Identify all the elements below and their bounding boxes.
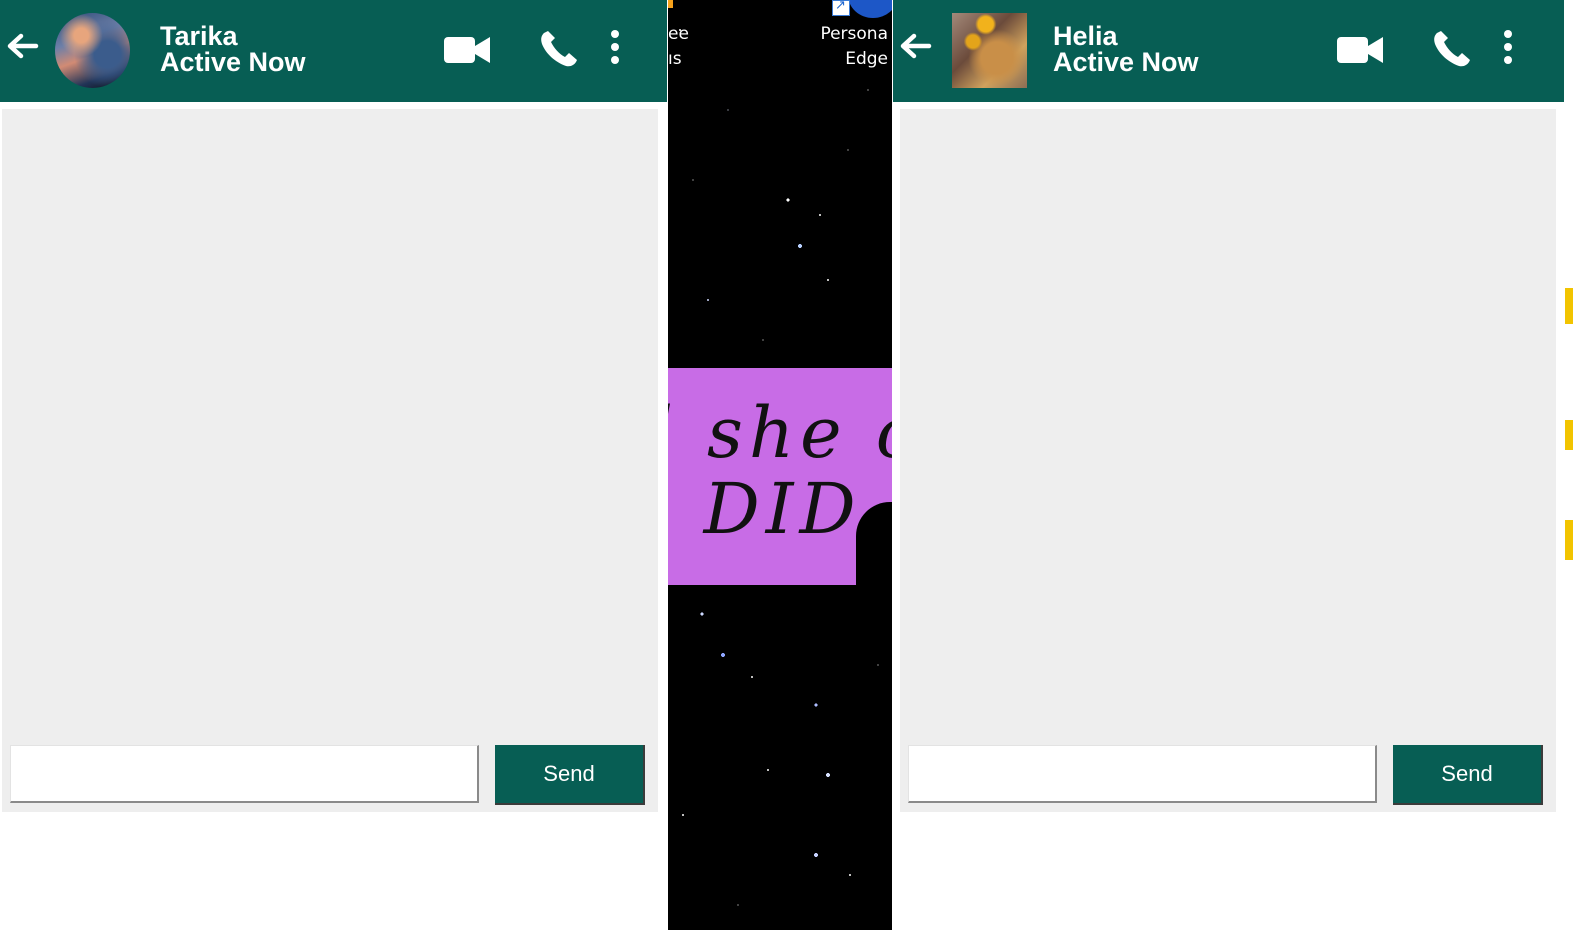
send-button[interactable]: Send <box>1393 745 1543 805</box>
message-area[interactable]: Send <box>2 109 658 812</box>
send-button[interactable]: Send <box>495 745 645 805</box>
avatar[interactable] <box>55 13 130 88</box>
message-area[interactable]: Send <box>900 109 1556 812</box>
shortcut-arrow-icon <box>832 0 850 16</box>
chat-header: Tarika Active Now <box>0 0 667 102</box>
starfield <box>668 585 892 930</box>
desktop-icon-label-left[interactable]: ee ıs <box>668 22 689 72</box>
contact-status: Active Now <box>160 47 306 77</box>
avatar[interactable] <box>952 13 1027 88</box>
message-input[interactable] <box>908 745 1377 803</box>
message-input[interactable] <box>10 745 479 803</box>
contact-status: Active Now <box>1053 47 1199 77</box>
phone-icon[interactable] <box>538 30 580 68</box>
desktop-icon-label-edge[interactable]: Persona Edge <box>820 22 888 72</box>
background-window-mark <box>1565 520 1573 560</box>
desktop-wallpaper: ee ıs Persona Edge d she c e DID <box>668 0 892 930</box>
background-window-edge <box>1564 0 1573 930</box>
phone-icon[interactable] <box>1431 30 1473 68</box>
video-camera-icon[interactable] <box>443 34 491 66</box>
chat-header: Helia Active Now <box>893 0 1564 102</box>
more-vertical-icon[interactable] <box>1498 28 1518 68</box>
more-vertical-icon[interactable] <box>605 28 625 68</box>
chat-window-tarika: Tarika Active Now Send <box>0 0 667 930</box>
chat-window-helia: Helia Active Now Send <box>893 0 1564 930</box>
background-window-mark <box>1565 288 1573 324</box>
video-camera-icon[interactable] <box>1336 34 1384 66</box>
wallpaper-text-line2: e DID <box>668 468 862 550</box>
desktop-icon-peek[interactable] <box>668 0 673 8</box>
back-arrow-icon[interactable] <box>897 28 933 64</box>
back-arrow-icon[interactable] <box>4 28 40 64</box>
wallpaper-text-line1: d she c <box>668 392 892 474</box>
background-window-mark <box>1565 420 1573 450</box>
edge-icon[interactable] <box>848 0 892 18</box>
